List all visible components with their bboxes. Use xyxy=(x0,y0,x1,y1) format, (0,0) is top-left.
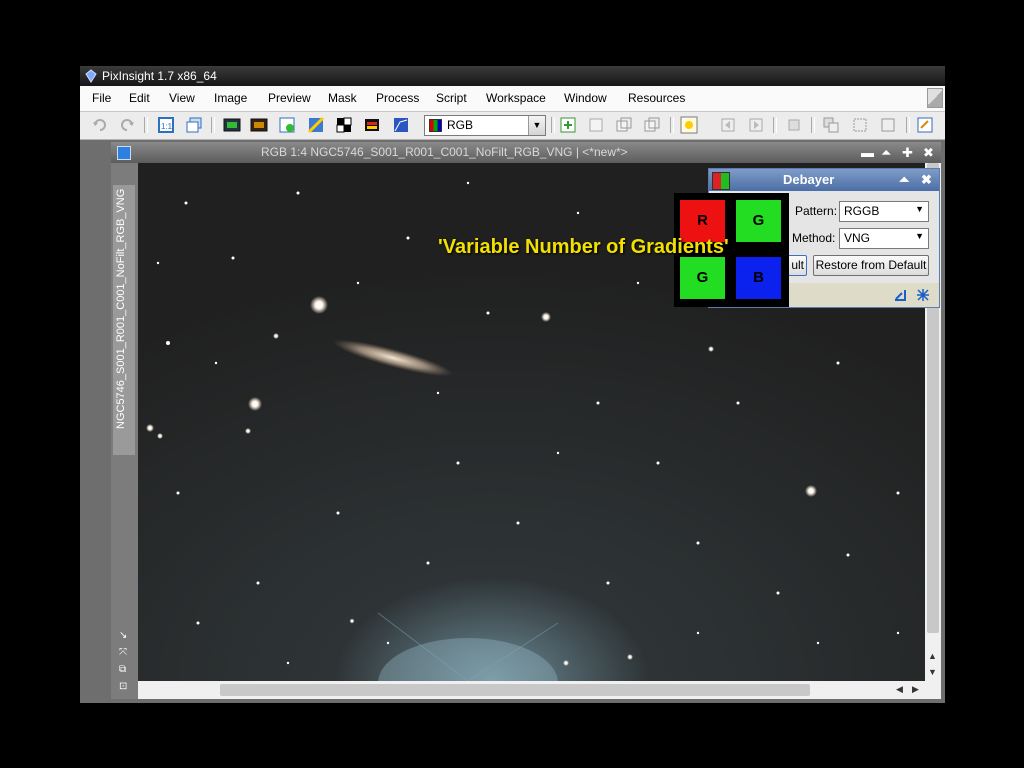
menu-preview[interactable]: Preview xyxy=(268,91,311,105)
method-select[interactable]: VNG ▼ xyxy=(839,228,929,249)
menu-workspace[interactable]: Workspace xyxy=(486,91,546,105)
new-preview-icon[interactable] xyxy=(278,116,296,134)
new-window-icon[interactable] xyxy=(185,116,203,134)
bayer-cell-g2: G xyxy=(680,257,725,299)
mask-icon[interactable] xyxy=(307,116,325,134)
new-image-icon[interactable] xyxy=(559,116,577,134)
debayer-titlebar[interactable]: Debayer ⏶ ✖ xyxy=(709,169,939,191)
apply-global-icon[interactable] xyxy=(916,288,930,302)
scroll-down-icon[interactable]: ▼ xyxy=(928,667,937,677)
pixinsight-logo-icon xyxy=(85,69,97,83)
image-alt-icon[interactable] xyxy=(250,116,268,134)
rgb-swatch-icon xyxy=(429,119,442,132)
channel-combo[interactable]: RGB ▼ xyxy=(424,115,546,136)
main-toolbar: 1:1 RGB ▼ xyxy=(80,112,945,140)
zoom-tool-icon[interactable] xyxy=(822,116,840,134)
toolbar-separator xyxy=(811,117,815,133)
process-icon[interactable] xyxy=(680,116,698,134)
drag-icon[interactable]: ↘ xyxy=(119,631,129,641)
info-icon[interactable]: ⊡ xyxy=(119,682,129,692)
image-icon[interactable] xyxy=(223,116,241,134)
pan-icon[interactable] xyxy=(785,116,803,134)
menu-image[interactable]: Image xyxy=(214,91,247,105)
zoom-fit-icon[interactable]: ⤧ xyxy=(119,648,129,658)
close-icon[interactable]: ✖ xyxy=(921,169,932,191)
scroll-right-icon[interactable]: ▶ xyxy=(912,684,919,695)
menu-view[interactable]: View xyxy=(169,91,195,105)
clone-view-icon[interactable]: ⧉ xyxy=(119,665,129,675)
horizontal-scrollbar[interactable]: ◀ ▶ xyxy=(138,681,941,699)
shade-icon[interactable]: ⏶ xyxy=(881,142,891,163)
bayer-cell-g1: G xyxy=(736,200,781,242)
vng-caption: 'Variable Number of Gradients' xyxy=(438,236,729,258)
toolbar-separator xyxy=(144,117,148,133)
method-value: VNG xyxy=(844,231,871,245)
new-instance-icon[interactable] xyxy=(893,288,907,302)
histogram-icon[interactable] xyxy=(392,116,410,134)
restore-from-default-button[interactable]: Restore from Default xyxy=(813,255,929,276)
duplicate-icon[interactable] xyxy=(643,116,661,134)
maximize-icon[interactable]: ✚ xyxy=(902,142,913,163)
explorer-toggle-icon[interactable] xyxy=(927,88,943,108)
toolbar-separator xyxy=(211,117,215,133)
svg-text:1:1: 1:1 xyxy=(161,122,173,131)
scroll-up-icon[interactable]: ▲ xyxy=(928,651,937,661)
scroll-left-icon[interactable]: ◀ xyxy=(896,684,903,695)
stf-icon[interactable] xyxy=(363,116,381,134)
readout-icon[interactable] xyxy=(851,116,869,134)
menu-window[interactable]: Window xyxy=(564,91,607,105)
horizontal-scroll-thumb[interactable] xyxy=(220,684,810,696)
shade-icon[interactable]: ⏶ xyxy=(899,169,909,191)
close-icon[interactable]: ✖ xyxy=(923,142,934,163)
chevron-down-icon: ▼ xyxy=(915,231,924,241)
menu-file[interactable]: File xyxy=(92,91,111,105)
next-icon[interactable] xyxy=(747,116,765,134)
minimize-icon[interactable]: ▬ xyxy=(861,142,874,163)
image-window-title: RGB 1:4 NGC5746_S001_R001_C001_NoFilt_RG… xyxy=(261,145,628,159)
toolbar-separator xyxy=(773,117,777,133)
pattern-select[interactable]: RGGB ▼ xyxy=(839,201,929,222)
menu-process[interactable]: Process xyxy=(376,91,419,105)
chevron-down-icon: ▼ xyxy=(915,204,924,214)
selection-icon[interactable] xyxy=(879,116,897,134)
image-side-tab: NGC5746_S001_R001_C001_NoFilt_RGB_VNG ↘ … xyxy=(111,163,138,699)
pattern-value: RGGB xyxy=(844,204,880,218)
debayer-process-icon xyxy=(712,172,730,190)
edit-icon[interactable] xyxy=(587,116,605,134)
clone-icon[interactable] xyxy=(615,116,633,134)
image-window-titlebar[interactable]: RGB 1:4 NGC5746_S001_R001_C001_NoFilt_RG… xyxy=(111,142,941,163)
zoom-1-1-icon[interactable]: 1:1 xyxy=(157,116,175,134)
previous-icon[interactable] xyxy=(719,116,737,134)
toolbar-separator xyxy=(906,117,910,133)
toolbar-separator xyxy=(670,117,674,133)
app-title: PixInsight 1.7 x86_64 xyxy=(102,69,217,83)
bayer-cell-b: B xyxy=(736,257,781,299)
menu-script[interactable]: Script xyxy=(436,91,467,105)
view-id-label: NGC5746_S001_R001_C001_NoFilt_RGB_VNG xyxy=(115,188,127,429)
debayer-title: Debayer xyxy=(783,172,835,187)
undo-icon[interactable] xyxy=(91,116,109,134)
checker-icon[interactable] xyxy=(335,116,353,134)
app-titlebar: PixInsight 1.7 x86_64 xyxy=(80,66,945,86)
channel-combo-value: RGB xyxy=(447,118,474,132)
method-label: Method: xyxy=(792,231,836,245)
toolbar-separator xyxy=(551,117,555,133)
chevron-down-icon: ▼ xyxy=(528,116,545,135)
redo-icon[interactable] xyxy=(118,116,136,134)
menu-edit[interactable]: Edit xyxy=(129,91,150,105)
pin-icon[interactable] xyxy=(916,116,934,134)
menu-resources[interactable]: Resources xyxy=(628,91,685,105)
menu-bar: File Edit View Image Preview Mask Proces… xyxy=(80,86,945,112)
image-window-icon xyxy=(117,146,131,160)
pattern-label: Pattern: xyxy=(795,204,838,218)
menu-mask[interactable]: Mask xyxy=(328,91,357,105)
